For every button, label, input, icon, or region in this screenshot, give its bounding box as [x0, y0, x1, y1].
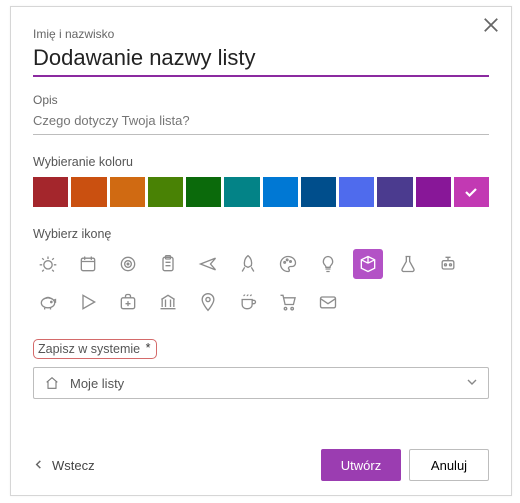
home-icon: [44, 375, 60, 391]
required-mark: *: [146, 341, 151, 355]
piggybank-icon[interactable]: [33, 287, 63, 317]
color-picker: [33, 177, 489, 207]
name-label: Imię i nazwisko: [33, 27, 489, 41]
create-list-dialog: Imię i nazwisko Opis Wybieranie koloru W…: [10, 6, 512, 496]
firstaid-icon[interactable]: [113, 287, 143, 317]
color-section-label: Wybieranie koloru: [33, 155, 489, 169]
location-icon[interactable]: [193, 287, 223, 317]
icon-section-label: Wybierz ikonę: [33, 227, 489, 241]
save-location-select[interactable]: Moje listy: [33, 367, 489, 399]
airplane-icon[interactable]: [193, 249, 223, 279]
flask-icon[interactable]: [393, 249, 423, 279]
coffee-icon[interactable]: [233, 287, 263, 317]
save-location-label-text: Zapisz w systemie: [38, 342, 140, 356]
color-swatch[interactable]: [110, 177, 145, 207]
bug-icon[interactable]: [33, 249, 63, 279]
color-swatch[interactable]: [186, 177, 221, 207]
color-swatch[interactable]: [416, 177, 451, 207]
clipboard-icon[interactable]: [153, 249, 183, 279]
palette-icon[interactable]: [273, 249, 303, 279]
create-button[interactable]: Utwórz: [321, 449, 401, 481]
cancel-button[interactable]: Anuluj: [409, 449, 489, 481]
lightbulb-icon[interactable]: [313, 249, 343, 279]
close-icon[interactable]: [481, 15, 501, 35]
color-swatch[interactable]: [339, 177, 374, 207]
bank-icon[interactable]: [153, 287, 183, 317]
description-input[interactable]: [33, 109, 489, 135]
color-swatch[interactable]: [263, 177, 298, 207]
rocket-icon[interactable]: [233, 249, 263, 279]
chevron-down-icon: [466, 376, 478, 391]
color-swatch[interactable]: [71, 177, 106, 207]
description-label: Opis: [33, 93, 489, 107]
color-swatch[interactable]: [224, 177, 259, 207]
mail-icon[interactable]: [313, 287, 343, 317]
back-label: Wstecz: [52, 458, 95, 473]
color-swatch[interactable]: [454, 177, 489, 207]
dialog-footer: Wstecz Utwórz Anuluj: [33, 449, 489, 481]
save-location-value: Moje listy: [70, 376, 124, 391]
robot-icon[interactable]: [433, 249, 463, 279]
color-swatch[interactable]: [33, 177, 68, 207]
color-swatch[interactable]: [377, 177, 412, 207]
calendar-icon[interactable]: [73, 249, 103, 279]
target-icon[interactable]: [113, 249, 143, 279]
color-swatch[interactable]: [301, 177, 336, 207]
back-button[interactable]: Wstecz: [33, 457, 95, 473]
list-name-input[interactable]: [33, 43, 489, 77]
chevron-left-icon: [33, 457, 44, 473]
icon-picker: [33, 249, 489, 317]
cube-icon[interactable]: [353, 249, 383, 279]
cart-icon[interactable]: [273, 287, 303, 317]
color-swatch[interactable]: [148, 177, 183, 207]
save-location-label: Zapisz w systemie *: [33, 339, 157, 359]
play-icon[interactable]: [73, 287, 103, 317]
